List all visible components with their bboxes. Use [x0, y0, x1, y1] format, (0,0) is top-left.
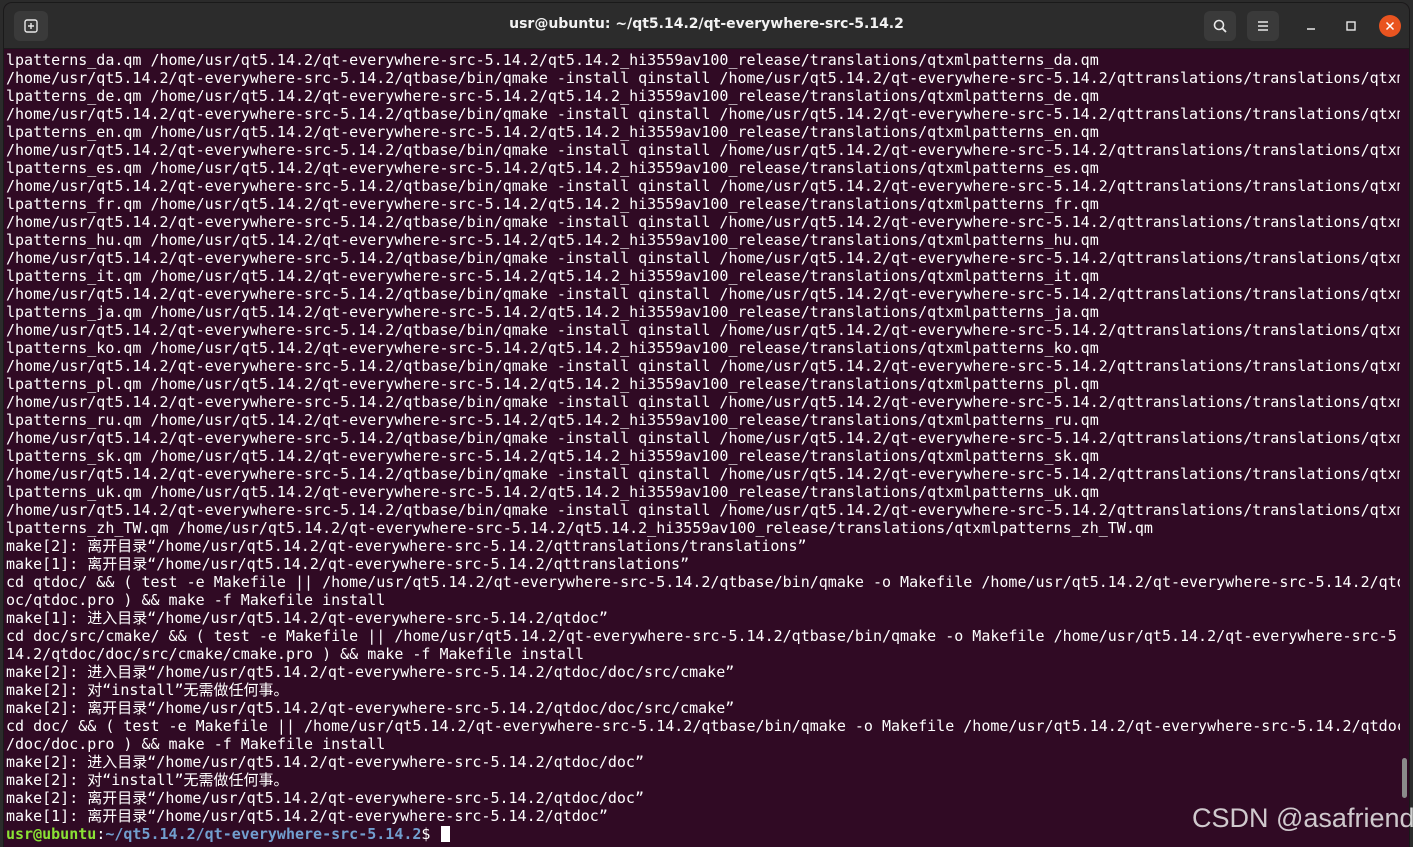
maximize-button[interactable] [1340, 15, 1362, 37]
terminal-line: lpatterns_sk.qm /home/usr/qt5.14.2/qt-ev… [6, 447, 1099, 465]
terminal-line: lpatterns_de.qm /home/usr/qt5.14.2/qt-ev… [6, 87, 1099, 105]
terminal-line: /home/usr/qt5.14.2/qt-everywhere-src-5.1… [6, 213, 1400, 231]
prompt-symbol: $ [421, 825, 440, 843]
terminal-line: /home/usr/qt5.14.2/qt-everywhere-src-5.1… [6, 285, 1400, 303]
terminal-line: make[2]: 离开目录“/home/usr/qt5.14.2/qt-ever… [6, 789, 644, 807]
terminal-line: /home/usr/qt5.14.2/qt-everywhere-src-5.1… [6, 141, 1400, 159]
close-icon [1385, 21, 1395, 31]
terminal-line: /home/usr/qt5.14.2/qt-everywhere-src-5.1… [6, 105, 1400, 123]
prompt-user-host: usr@ubuntu [6, 825, 97, 843]
terminal-line: lpatterns_pl.qm /home/usr/qt5.14.2/qt-ev… [6, 375, 1099, 393]
terminal-line: make[2]: 进入目录“/home/usr/qt5.14.2/qt-ever… [6, 663, 735, 681]
terminal-line: make[1]: 离开目录“/home/usr/qt5.14.2/qt-ever… [6, 807, 608, 825]
terminal-line: lpatterns_en.qm /home/usr/qt5.14.2/qt-ev… [6, 123, 1099, 141]
terminal-line: lpatterns_ja.qm /home/usr/qt5.14.2/qt-ev… [6, 303, 1099, 321]
terminal-line: make[2]: 对“install”无需做任何事。 [6, 771, 289, 789]
terminal-line: lpatterns_es.qm /home/usr/qt5.14.2/qt-ev… [6, 159, 1099, 177]
terminal-line: lpatterns_fr.qm /home/usr/qt5.14.2/qt-ev… [6, 195, 1099, 213]
close-button[interactable] [1379, 15, 1401, 37]
watermark: CSDN @asafriend [1192, 803, 1413, 833]
terminal-line: lpatterns_zh_TW.qm /home/usr/qt5.14.2/qt… [6, 519, 1153, 537]
terminal-line: /home/usr/qt5.14.2/qt-everywhere-src-5.1… [6, 249, 1400, 267]
hamburger-menu-icon [1258, 21, 1268, 31]
terminal-line: cd doc/src/cmake/ && ( test -e Makefile … [6, 627, 1400, 645]
title-bar[interactable]: usr@ubuntu: ~/qt5.14.2/qt-everywhere-src… [4, 3, 1409, 49]
text-cursor [441, 826, 451, 842]
terminal-line: lpatterns_hu.qm /home/usr/qt5.14.2/qt-ev… [6, 231, 1099, 249]
terminal-line: make[1]: 进入目录“/home/usr/qt5.14.2/qt-ever… [6, 609, 608, 627]
terminal-line: lpatterns_ru.qm /home/usr/qt5.14.2/qt-ev… [6, 411, 1099, 429]
minimize-icon [1307, 28, 1315, 30]
search-button[interactable] [1204, 11, 1236, 41]
terminal-line: /home/usr/qt5.14.2/qt-everywhere-src-5.1… [6, 177, 1400, 195]
terminal-line: cd doc/ && ( test -e Makefile || /home/u… [6, 717, 1400, 735]
terminal-line: /home/usr/qt5.14.2/qt-everywhere-src-5.1… [6, 357, 1400, 375]
prompt-path: ~/qt5.14.2/qt-everywhere-src-5.14.2 [105, 825, 422, 843]
terminal-line: oc/qtdoc.pro ) && make -f Makefile insta… [6, 591, 386, 609]
terminal-line: /doc/doc.pro ) && make -f Makefile insta… [6, 735, 386, 753]
terminal-line: make[2]: 进入目录“/home/usr/qt5.14.2/qt-ever… [6, 753, 644, 771]
terminal-line: 14.2/qtdoc/doc/src/cmake/cmake.pro ) && … [6, 645, 584, 663]
window-title: usr@ubuntu: ~/qt5.14.2/qt-everywhere-src… [509, 16, 904, 32]
terminal-window: usr@ubuntu: ~/qt5.14.2/qt-everywhere-src… [4, 3, 1409, 847]
terminal-line: /home/usr/qt5.14.2/qt-everywhere-src-5.1… [6, 393, 1400, 411]
prompt-separator: : [96, 825, 106, 843]
terminal-line: lpatterns_ko.qm /home/usr/qt5.14.2/qt-ev… [6, 339, 1099, 357]
terminal-line: lpatterns_da.qm /home/usr/qt5.14.2/qt-ev… [6, 51, 1099, 69]
terminal-line: /home/usr/qt5.14.2/qt-everywhere-src-5.1… [6, 465, 1400, 483]
terminal-line: /home/usr/qt5.14.2/qt-everywhere-src-5.1… [6, 429, 1400, 447]
shell-prompt-line[interactable]: usr@ubuntu:~/qt5.14.2/qt-everywhere-src-… [6, 825, 1400, 843]
terminal-line: make[2]: 对“install”无需做任何事。 [6, 681, 289, 699]
terminal-line: lpatterns_it.qm /home/usr/qt5.14.2/qt-ev… [6, 267, 1099, 285]
minimize-button[interactable] [1300, 15, 1322, 37]
terminal-line: lpatterns_uk.qm /home/usr/qt5.14.2/qt-ev… [6, 483, 1099, 501]
terminal-line: make[2]: 离开目录“/home/usr/qt5.14.2/qt-ever… [6, 699, 735, 717]
terminal-line: /home/usr/qt5.14.2/qt-everywhere-src-5.1… [6, 69, 1400, 87]
terminal-line: make[2]: 离开目录“/home/usr/qt5.14.2/qt-ever… [6, 537, 807, 555]
terminal-line: /home/usr/qt5.14.2/qt-everywhere-src-5.1… [6, 321, 1400, 339]
search-icon [1213, 19, 1227, 33]
scrollbar-thumb[interactable] [1402, 758, 1407, 798]
maximize-icon [1346, 21, 1356, 31]
terminal-line: /home/usr/qt5.14.2/qt-everywhere-src-5.1… [6, 501, 1400, 519]
terminal-output[interactable]: lpatterns_da.qm /home/usr/qt5.14.2/qt-ev… [6, 51, 1400, 847]
terminal-line: cd qtdoc/ && ( test -e Makefile || /home… [6, 573, 1400, 591]
terminal-line: make[1]: 离开目录“/home/usr/qt5.14.2/qt-ever… [6, 555, 690, 573]
menu-button[interactable] [1247, 11, 1279, 41]
